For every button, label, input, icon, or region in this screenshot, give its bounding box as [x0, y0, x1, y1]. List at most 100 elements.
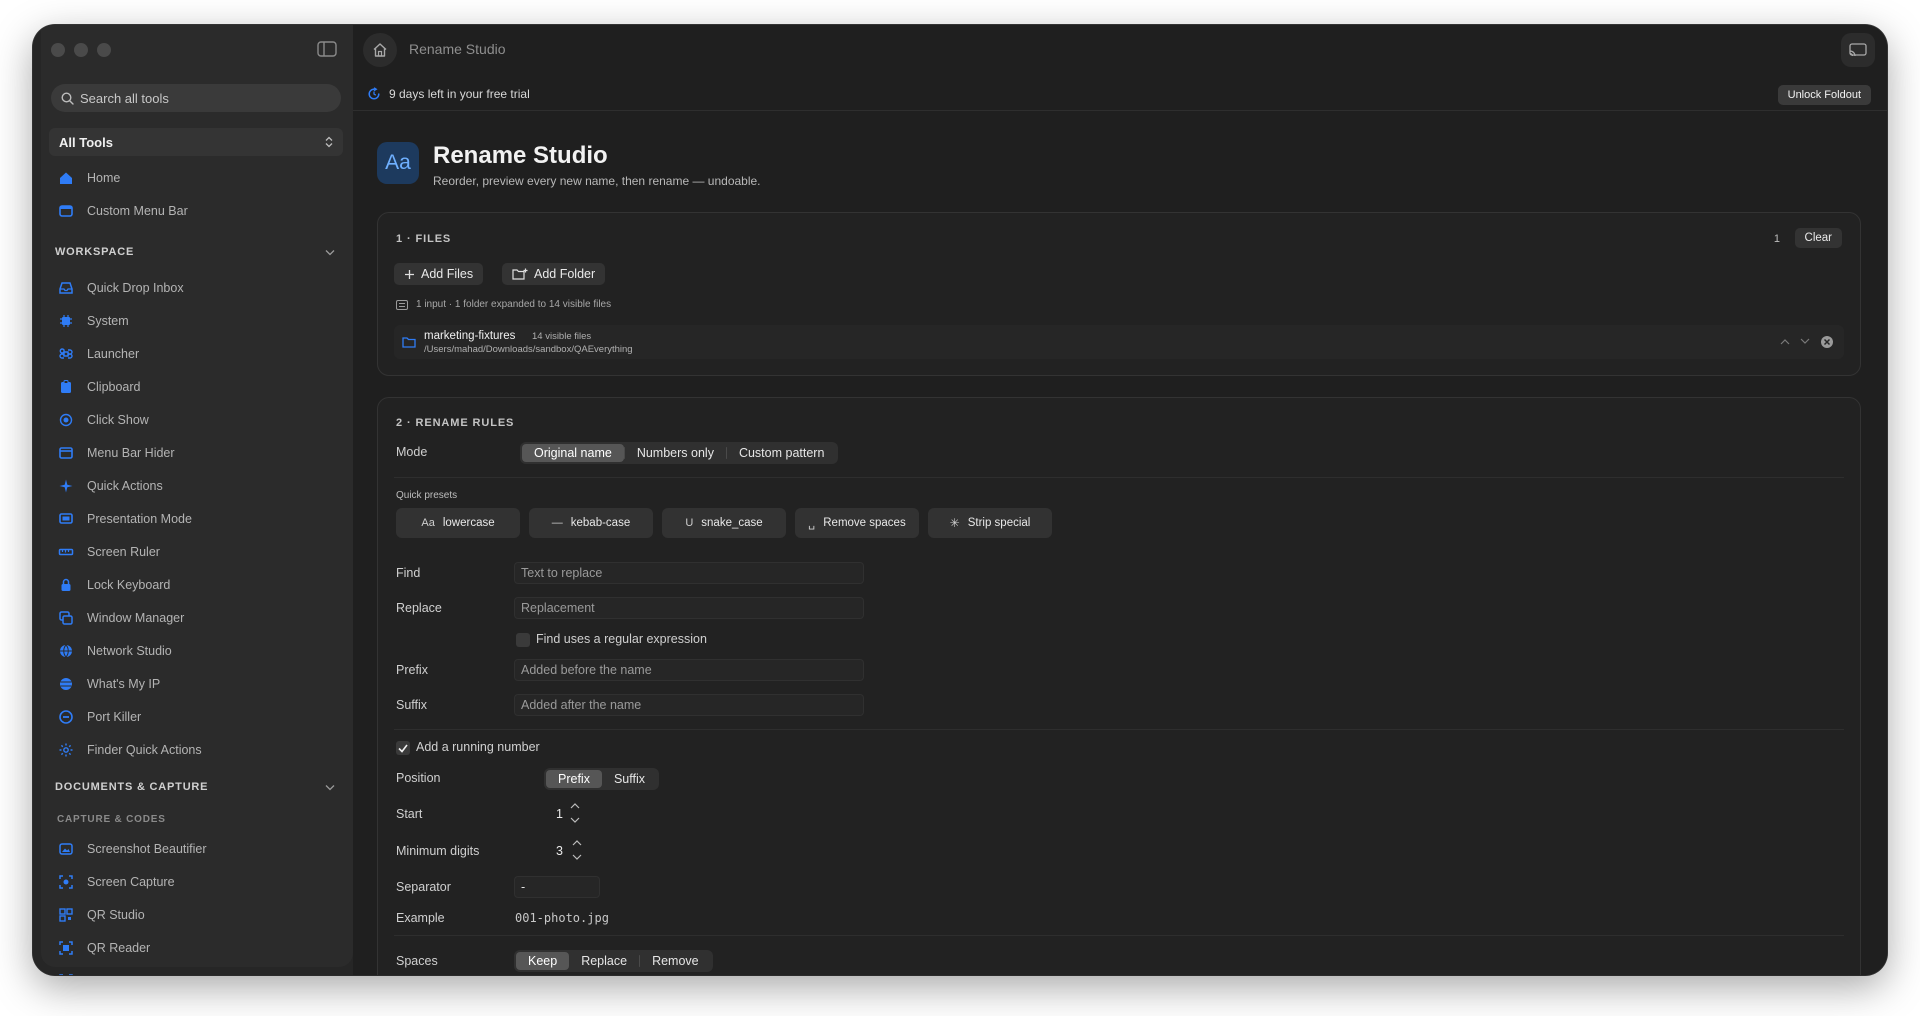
sidebar-item-menu-bar-hider[interactable]: Menu Bar Hider: [49, 436, 343, 469]
find-input[interactable]: Text to replace: [514, 562, 864, 584]
sidebar-item-home[interactable]: Home: [49, 161, 343, 194]
stepper-down-icon[interactable]: [569, 815, 581, 825]
position-option-prefix[interactable]: Prefix: [546, 770, 602, 788]
sidebar-item-quick-actions[interactable]: Quick Actions: [49, 469, 343, 502]
stepper-up-icon[interactable]: [571, 838, 583, 848]
sidebar-item-lock-keyboard[interactable]: Lock Keyboard: [49, 568, 343, 601]
minimize-window-button[interactable]: [74, 43, 88, 57]
home-button[interactable]: [363, 33, 397, 67]
window-controls: [51, 43, 111, 57]
separator-input[interactable]: -: [514, 876, 600, 898]
stepper-down-icon[interactable]: [571, 852, 583, 862]
mode-option-custom[interactable]: Custom pattern: [727, 444, 836, 462]
chevron-down-icon[interactable]: [325, 784, 335, 791]
mode-option-numbers[interactable]: Numbers only: [625, 444, 726, 462]
sidebar-item-label: Clipboard: [87, 379, 141, 394]
preset-strip-special-label: Strip special: [967, 517, 1031, 529]
add-folder-button[interactable]: Add Folder: [502, 263, 606, 285]
search-icon: [61, 91, 74, 105]
preset-strip-special-button[interactable]: ✳ Strip special: [928, 508, 1052, 538]
sidebar-item-label: Quick Actions: [87, 478, 163, 493]
sidebar-item-qr-studio[interactable]: QR Studio: [49, 898, 343, 931]
sidebar-item-screen-ruler[interactable]: Screen Ruler: [49, 535, 343, 568]
screen-mirror-button[interactable]: [1841, 33, 1875, 67]
move-down-icon[interactable]: [1800, 338, 1810, 345]
spaces-option-remove[interactable]: Remove: [640, 952, 711, 970]
file-entry-row[interactable]: marketing-fixtures 14 visible files /Use…: [394, 325, 1844, 359]
suffix-input[interactable]: Added after the name: [514, 694, 864, 716]
file-entry-name: marketing-fixtures: [424, 330, 516, 342]
lock-icon: [57, 576, 75, 594]
sidebar-item-system[interactable]: System: [49, 304, 343, 337]
digits-stepper[interactable]: [570, 838, 584, 862]
sidebar-item-label: Network Studio: [87, 643, 172, 658]
sidebar-subsection-title: CAPTURE & CODES: [57, 813, 166, 825]
sidebar-item-presentation-mode[interactable]: Presentation Mode: [49, 502, 343, 535]
sidebar-item-screen-capture[interactable]: Screen Capture: [49, 865, 343, 898]
preset-remove-spaces-button[interactable]: ␣ Remove spaces: [795, 508, 919, 538]
sidebar-item-network-studio[interactable]: Network Studio: [49, 634, 343, 667]
sidebar-item-click-show[interactable]: Click Show: [49, 403, 343, 436]
start-stepper[interactable]: [568, 801, 582, 825]
replace-input[interactable]: Replacement: [514, 597, 864, 619]
app-window: Search all tools All Tools Home Custom Me…: [33, 25, 1887, 975]
regex-checkbox[interactable]: [516, 633, 530, 647]
move-up-icon[interactable]: [1780, 338, 1790, 345]
sidebar-item-what-s-my-ip[interactable]: What's My IP: [49, 667, 343, 700]
lowercase-icon: Aa: [421, 517, 435, 529]
example-label: Example: [396, 911, 445, 925]
preset-lowercase-button[interactable]: Aa lowercase: [396, 508, 520, 538]
minimum-digits-value[interactable]: 3: [556, 844, 563, 858]
sidebar-item-clipboard[interactable]: Clipboard: [49, 370, 343, 403]
mode-segmented-control[interactable]: Original name Numbers only Custom patter…: [520, 442, 839, 464]
search-placeholder: Search all tools: [80, 90, 169, 106]
files-count: 1: [1773, 233, 1780, 245]
position-option-suffix[interactable]: Suffix: [602, 770, 657, 788]
sidebar-item-window-manager[interactable]: Window Manager: [49, 601, 343, 634]
spaces-option-keep[interactable]: Keep: [516, 952, 570, 970]
sidebar-section-header[interactable]: WORKSPACE: [49, 233, 343, 271]
clear-files-button[interactable]: Clear: [1794, 228, 1842, 248]
sidebar-item-ocr-studio[interactable]: OCR Studio: [49, 964, 343, 975]
trial-banner: 9 days left in your free trial Unlock Fo…: [353, 83, 1887, 111]
sidebar-item-qr-reader[interactable]: QR Reader: [49, 931, 343, 964]
sidebar-item-label: OCR Studio: [87, 974, 154, 976]
position-segmented-control[interactable]: Prefix Suffix: [544, 768, 659, 790]
tool-filter-select[interactable]: All Tools: [49, 128, 343, 156]
sidebar-item-custom-menu-bar[interactable]: Custom Menu Bar: [49, 194, 343, 227]
preset-kebab-button[interactable]: — kebab-case: [529, 508, 653, 538]
file-entry-path: /Users/mahad/Downloads/sandbox/QAEveryth…: [424, 344, 633, 355]
prefix-label: Prefix: [396, 663, 428, 677]
preset-snake-button[interactable]: U snake_case: [662, 508, 786, 538]
sidebar-item-quick-drop-inbox[interactable]: Quick Drop Inbox: [49, 271, 343, 304]
close-window-button[interactable]: [51, 43, 65, 57]
sidebar-item-screenshot-beautifier[interactable]: Screenshot Beautifier: [49, 832, 343, 865]
preset-remove-spaces-label: Remove spaces: [823, 517, 906, 529]
running-number-label: Add a running number: [416, 740, 540, 754]
running-number-checkbox[interactable]: [396, 741, 410, 755]
remove-file-icon[interactable]: [1820, 335, 1834, 349]
chevron-down-icon[interactable]: [325, 249, 335, 256]
sidebar-section-header[interactable]: DOCUMENTS & CAPTURE: [49, 768, 343, 806]
spaces-option-replace[interactable]: Replace: [569, 952, 639, 970]
folder-icon: [402, 337, 416, 348]
main-content: Rename Studio 9 days left in your free t…: [353, 25, 1887, 975]
stepper-up-icon[interactable]: [569, 801, 581, 811]
start-value[interactable]: 1: [556, 807, 563, 821]
spaces-segmented-control[interactable]: Keep Replace Remove: [514, 950, 713, 972]
sidebar-toggle-icon[interactable]: [317, 41, 337, 57]
house-icon: [373, 43, 387, 57]
add-files-button[interactable]: Add Files: [394, 263, 484, 285]
sidebar-item-label: Finder Quick Actions: [87, 742, 202, 757]
zoom-window-button[interactable]: [97, 43, 111, 57]
sidebar-item-finder-quick-actions[interactable]: Finder Quick Actions: [49, 733, 343, 766]
unlock-button[interactable]: Unlock Foldout: [1777, 85, 1871, 105]
preset-snake-label: snake_case: [701, 517, 763, 529]
prefix-input[interactable]: Added before the name: [514, 659, 864, 681]
sidebar-item-label: Launcher: [87, 346, 140, 361]
sidebar-item-port-killer[interactable]: Port Killer: [49, 700, 343, 733]
search-tools-input[interactable]: Search all tools: [51, 84, 341, 112]
mode-option-original[interactable]: Original name: [522, 444, 624, 462]
sidebar-item-launcher[interactable]: Launcher: [49, 337, 343, 370]
tool-filter-value: All Tools: [59, 134, 113, 150]
